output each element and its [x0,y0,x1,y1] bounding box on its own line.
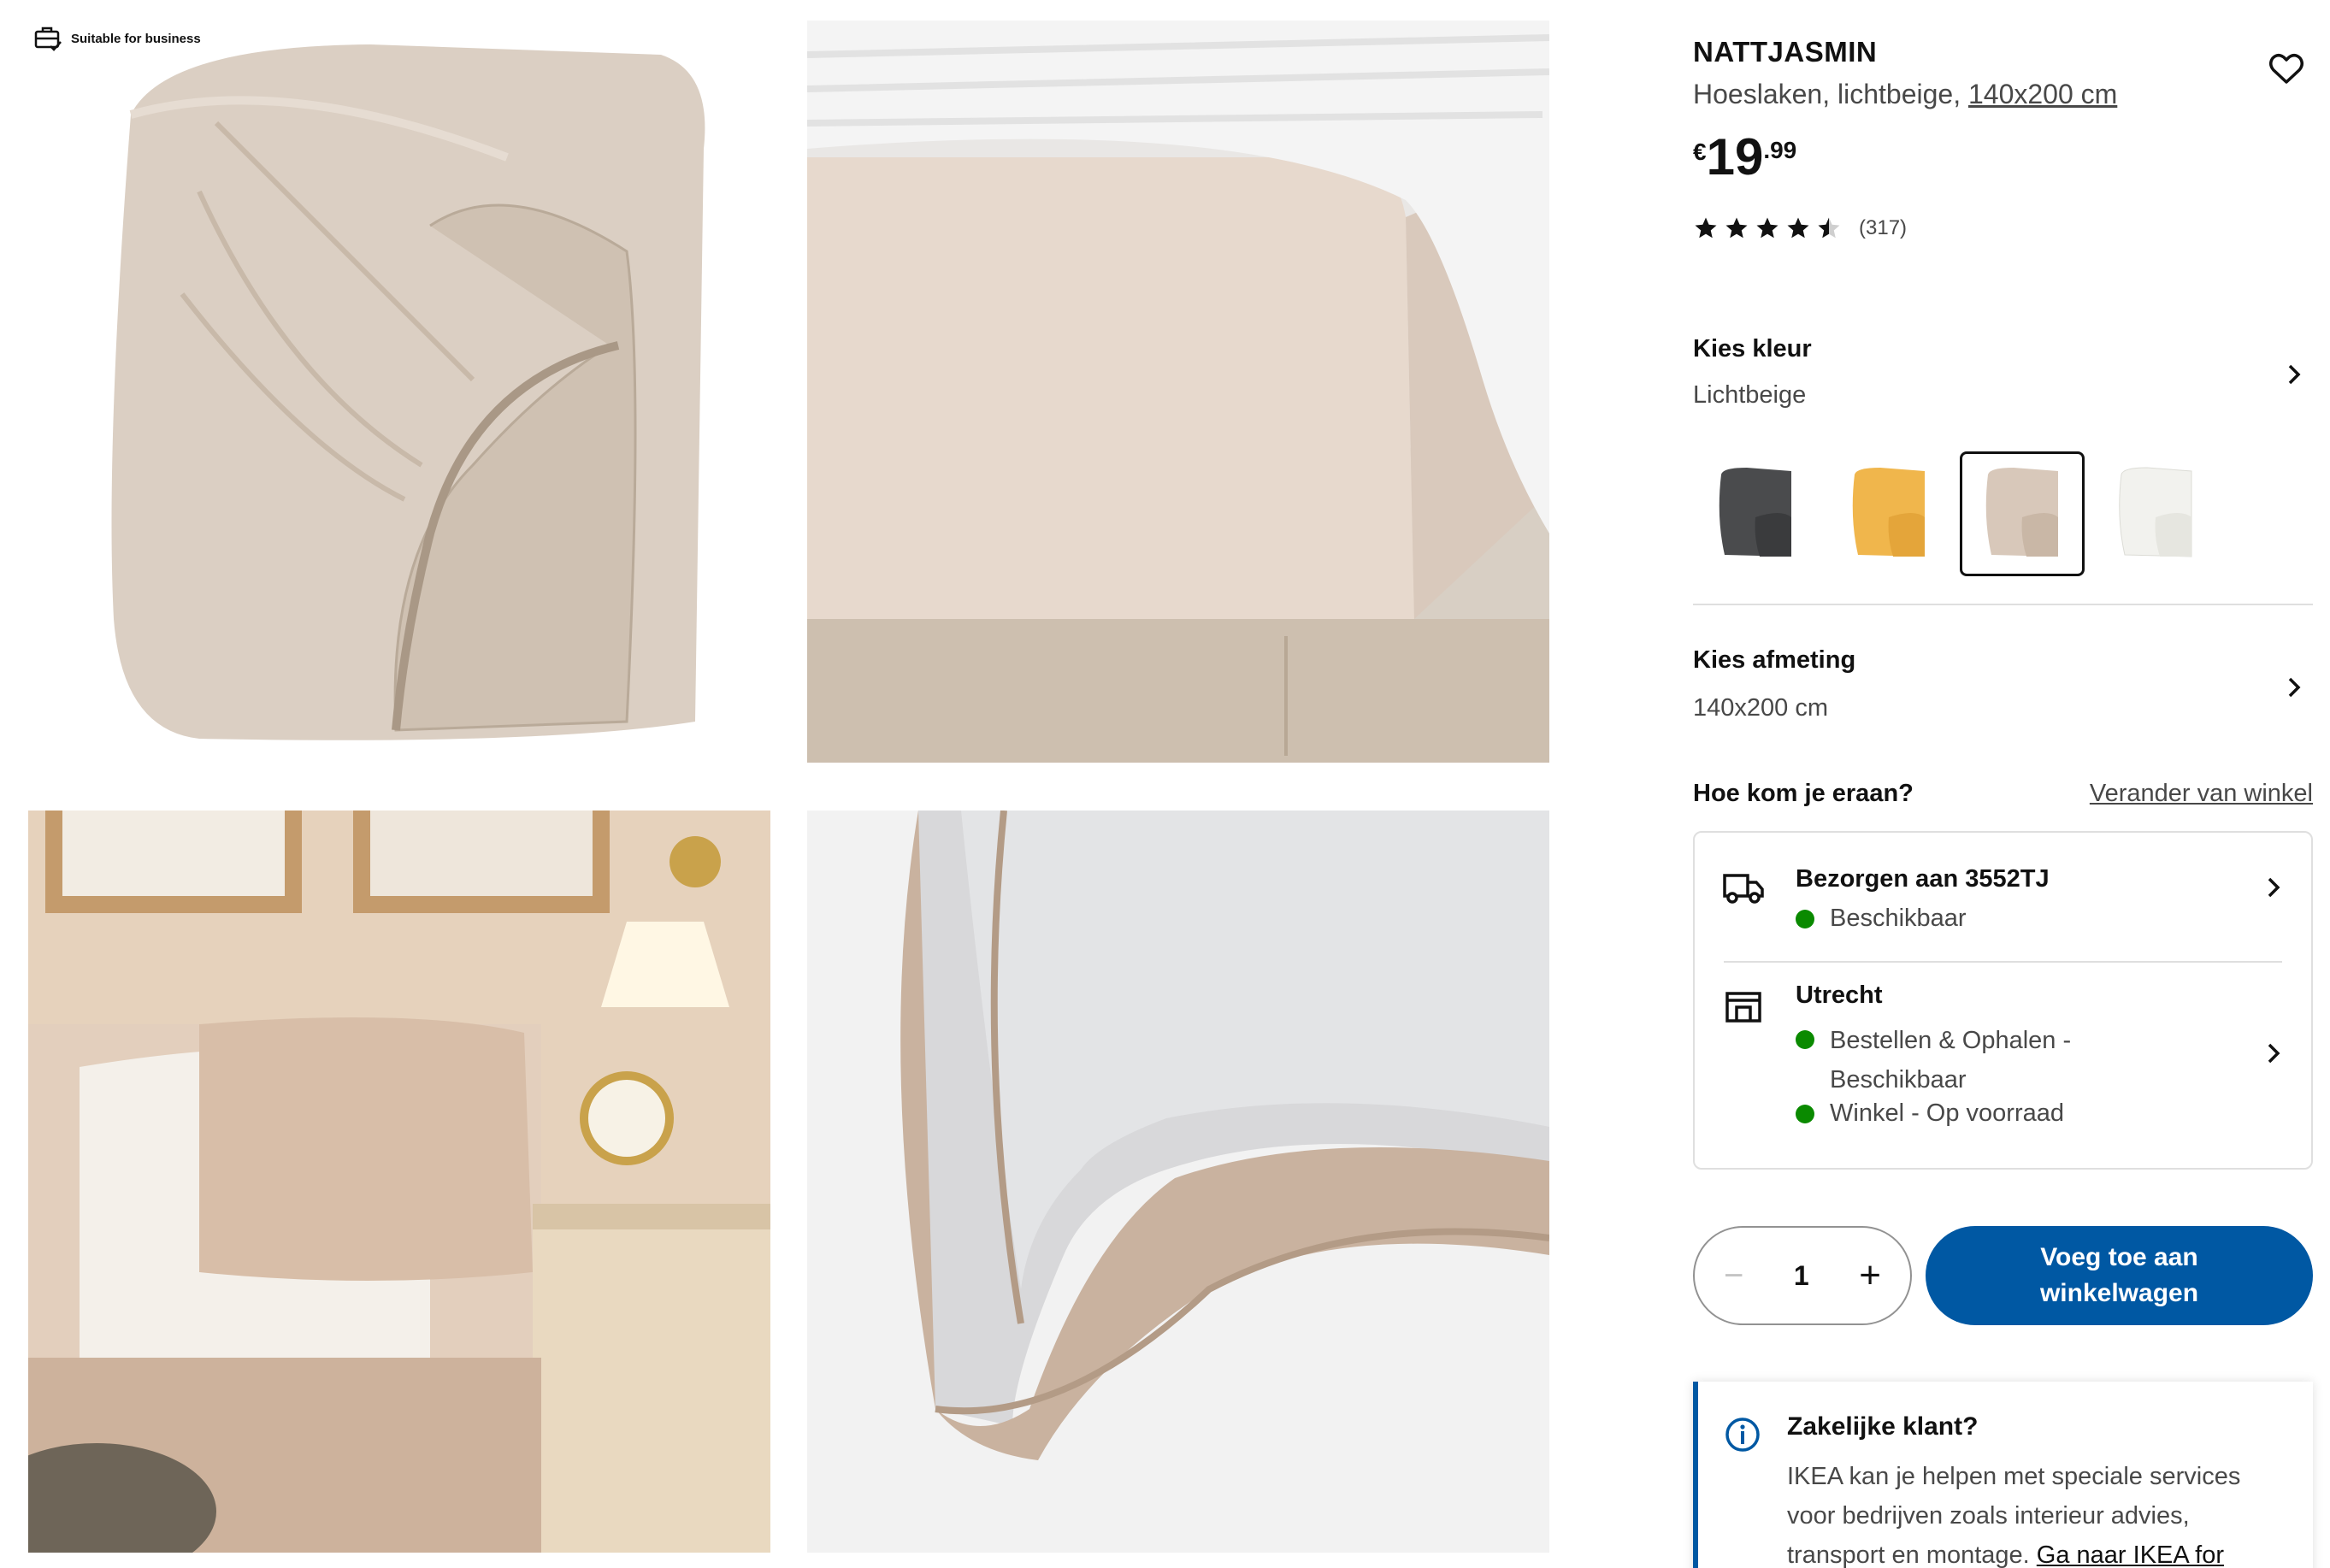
sheet-corner-detail-photo[interactable] [807,811,1549,1553]
color-swatches [1693,451,2218,576]
heart-outline-icon[interactable] [2267,50,2306,89]
status-dot [1796,909,1814,928]
briefcase-check-icon [34,27,62,51]
increase-quantity-button[interactable]: + [1859,1254,1881,1297]
product-description: Hoeslaken, lichtbeige, 140x200 cm [1693,79,2117,110]
business-card-title: Zakelijke klant? [1787,1412,1979,1441]
star-icon [1695,217,1717,239]
delivery-row[interactable]: Bezorgen aan 3552TJ Beschikbaar [1695,833,2311,961]
store-row[interactable]: Utrecht Bestellen & Ophalen - Beschikbaa… [1695,963,2311,1168]
chevron-right-icon [2268,1043,2280,1064]
swatch-dark-grey[interactable] [1693,451,1818,576]
add-to-cart-label: Voeg toe aan winkelwagen [2040,1240,2198,1312]
swatch-yellow[interactable] [1826,451,1951,576]
sheet-thumbnail-light-beige [1985,468,2058,557]
bedroom-scene-illustration [28,811,770,1553]
add-to-cart-line-2: winkelwagen [2039,1279,2199,1307]
delivery-status: Beschikbaar [1796,905,1967,933]
chevron-right-icon[interactable] [2279,359,2309,390]
price-integer: 19 [1706,128,1764,186]
fitted-sheet-illustration [111,44,705,740]
chevron-right-icon [2268,877,2280,898]
store-status-pickup: Bestellen & Ophalen - Beschikbaar [1796,1021,2071,1099]
star-icon [1756,217,1778,239]
product-size-link[interactable]: 140x200 cm [1968,79,2117,109]
rating[interactable]: (317) [1693,215,1907,241]
swatch-white[interactable] [2093,451,2218,576]
size-section-value: 140x200 cm [1693,694,1828,722]
price-decimal: .99 [1763,137,1797,163]
quantity-stepper: − 1 + [1693,1226,1912,1325]
pickup-line-2: Beschikbaar [1830,1066,1967,1093]
color-section-value: Lichtbeige [1693,381,1807,409]
chevron-right-icon[interactable] [2279,672,2309,703]
fitted-sheet-product-photo[interactable] [28,21,770,763]
sheet-thumbnail-white [2119,467,2192,557]
price: € 19 .99 [1693,130,1796,185]
status-dot [1796,1104,1814,1123]
availability-box: Bezorgen aan 3552TJ Beschikbaar Utrecht … [1693,831,2313,1170]
delivery-title: Bezorgen aan 3552TJ [1796,865,2050,893]
swatch-light-beige[interactable] [1960,451,2085,576]
availability-heading: Hoe kom je eraan? [1693,780,1914,807]
star-icon [1725,217,1748,239]
add-to-cart-button[interactable]: Voeg toe aan winkelwagen [1926,1226,2313,1325]
star-icon [1787,217,1809,239]
status-dot [1796,1030,1814,1049]
quantity-value[interactable]: 1 [1794,1260,1809,1292]
section-divider [1693,604,2313,605]
price-currency: € [1693,139,1707,165]
sheet-corner-illustration [807,811,1549,1553]
delivery-status-text: Beschikbaar [1830,905,1967,932]
color-section-label: Kies kleur [1693,335,1812,363]
decrease-quantity-button[interactable]: − [1724,1257,1743,1295]
product-info-panel: NATTJASMIN Hoeslaken, lichtbeige, 140x20… [1693,0,2313,1568]
bed-corner-illustration [807,21,1549,763]
bed-corner-photo[interactable] [807,21,1549,763]
change-store-link[interactable]: Verander van winkel [2090,780,2313,808]
half-star-icon [1818,217,1840,239]
truck-icon [1723,874,1764,904]
store-status-stock-text: Winkel - Op voorraad [1830,1099,2064,1127]
business-card-text: IKEA kan je helpen met speciale services… [1787,1457,2292,1568]
store-status-stock: Winkel - Op voorraad [1796,1099,2064,1128]
store-status-pickup-text: Bestellen & Ophalen - Beschikbaar [1830,1021,2071,1099]
suitable-for-business-badge: Suitable for business [28,21,213,56]
review-count: (317) [1859,216,1908,239]
pickup-line-1: Bestellen & Ophalen - [1830,1027,2072,1054]
ikea-for-business-link[interactable]: Ga naar IKEA for [2037,1541,2224,1568]
store-title: Utrecht [1796,981,1883,1009]
product-name: NATTJASMIN [1693,36,1878,68]
sheet-thumbnail-dark-grey [1719,468,1791,557]
bedroom-scene-photo[interactable] [28,811,770,1553]
info-icon [1725,1418,1760,1452]
store-icon [1725,992,1761,1023]
add-to-cart-line-1: Voeg toe aan [2040,1243,2198,1271]
sheet-thumbnail-yellow [1852,468,1925,557]
size-section-label: Kies afmeting [1693,646,1856,674]
business-customer-card: Zakelijke klant? IKEA kan je helpen met … [1693,1382,2313,1568]
suitable-for-business-label: Suitable for business [71,31,201,46]
product-description-text: Hoeslaken, lichtbeige, [1693,79,1968,109]
